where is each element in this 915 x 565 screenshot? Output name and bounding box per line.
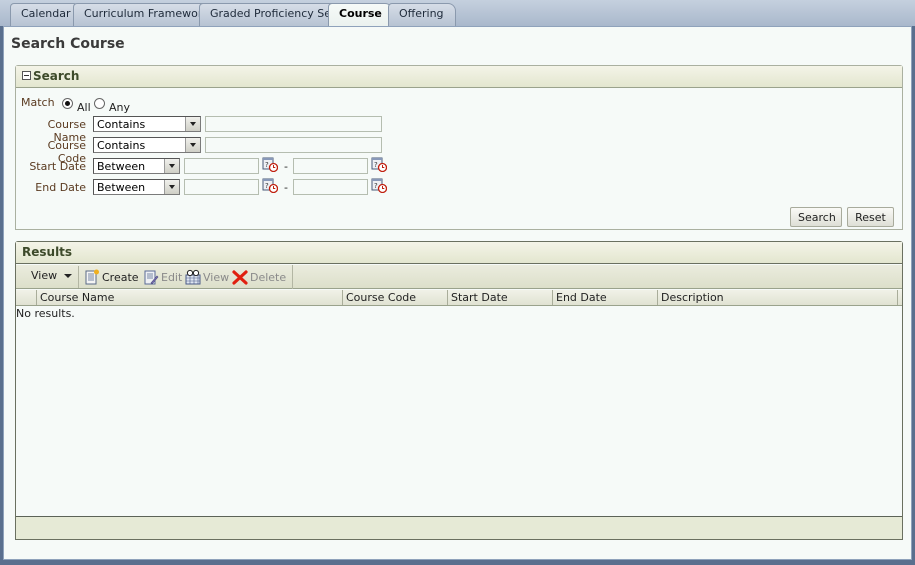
column-header-course-name[interactable]: Course Name bbox=[36, 290, 342, 305]
course-name-input[interactable] bbox=[205, 116, 382, 132]
svg-text:?: ? bbox=[265, 161, 269, 169]
tab-graded-proficiency-set[interactable]: Graded Proficiency Set bbox=[199, 3, 347, 26]
start-date-separator: - bbox=[284, 160, 288, 173]
end-date-operator-value: Between bbox=[97, 181, 146, 194]
tab-bar: Calendar Curriculum Framework Graded Pro… bbox=[0, 0, 915, 28]
view-label: View bbox=[203, 271, 230, 284]
end-date-to-input[interactable] bbox=[293, 179, 368, 195]
view-icon bbox=[185, 269, 201, 285]
page-title: Search Course bbox=[11, 36, 125, 52]
start-date-label: Start Date bbox=[29, 160, 86, 173]
course-code-operator-select[interactable]: Contains bbox=[93, 137, 201, 153]
search-button[interactable]: Search bbox=[790, 207, 842, 227]
toolbar-separator bbox=[78, 266, 79, 288]
course-name-operator-select[interactable]: Contains bbox=[93, 116, 201, 132]
results-panel-title: Results bbox=[22, 245, 73, 259]
tab-curriculum-framework[interactable]: Curriculum Framework bbox=[73, 3, 220, 26]
course-name-operator-value: Contains bbox=[97, 118, 146, 131]
results-table-header: Course Name Course Code Start Date End D… bbox=[16, 290, 902, 306]
no-results-message: No results. bbox=[16, 307, 75, 320]
delete-label: Delete bbox=[250, 271, 287, 284]
match-any-radio[interactable] bbox=[94, 98, 105, 109]
view-menu-label: View bbox=[31, 269, 58, 282]
page-panel: Search Course Search Match All Any Cours… bbox=[3, 26, 912, 560]
edit-button[interactable]: Edit bbox=[143, 269, 182, 285]
chevron-down-icon[interactable] bbox=[185, 117, 200, 131]
start-date-from-input[interactable] bbox=[184, 158, 259, 174]
search-panel-header[interactable]: Search bbox=[16, 66, 902, 88]
chevron-down-icon[interactable] bbox=[185, 138, 200, 152]
course-code-input[interactable] bbox=[205, 137, 382, 153]
tab-calendar[interactable]: Calendar bbox=[10, 3, 82, 26]
match-all-label: All bbox=[77, 101, 91, 114]
column-header-start-date[interactable]: Start Date bbox=[447, 290, 552, 305]
tab-course[interactable]: Course bbox=[328, 3, 393, 28]
row-header-column bbox=[16, 290, 36, 305]
calendar-icon[interactable]: ? bbox=[371, 156, 388, 173]
calendar-icon[interactable]: ? bbox=[371, 177, 388, 194]
start-date-operator-value: Between bbox=[97, 160, 146, 173]
start-date-to-input[interactable] bbox=[293, 158, 368, 174]
edit-label: Edit bbox=[161, 271, 183, 284]
search-panel-title: Search bbox=[33, 69, 80, 83]
end-date-separator: - bbox=[284, 181, 288, 194]
collapse-icon[interactable] bbox=[22, 71, 31, 80]
results-panel-header: Results bbox=[16, 242, 902, 264]
match-all-radio[interactable] bbox=[62, 98, 73, 109]
start-date-operator-select[interactable]: Between bbox=[93, 158, 180, 174]
chevron-down-icon[interactable] bbox=[164, 180, 179, 194]
search-panel: Search Match All Any Course Name Contain… bbox=[15, 65, 903, 230]
svg-text:?: ? bbox=[265, 182, 269, 190]
end-date-from-input[interactable] bbox=[184, 179, 259, 195]
create-label: Create bbox=[102, 271, 139, 284]
column-header-end-date[interactable]: End Date bbox=[552, 290, 657, 305]
svg-text:?: ? bbox=[374, 182, 378, 190]
edit-icon bbox=[143, 269, 159, 285]
calendar-icon[interactable]: ? bbox=[262, 156, 279, 173]
delete-button[interactable]: Delete bbox=[232, 269, 286, 285]
delete-icon bbox=[232, 269, 248, 285]
chevron-down-icon bbox=[63, 274, 72, 278]
view-button[interactable]: View bbox=[185, 269, 229, 285]
reset-button[interactable]: Reset bbox=[847, 207, 894, 227]
results-panel: Results View Create Edit View Delete Cou… bbox=[15, 241, 903, 540]
calendar-icon[interactable]: ? bbox=[262, 177, 279, 194]
toolbar-separator bbox=[292, 265, 293, 289]
end-date-operator-select[interactable]: Between bbox=[93, 179, 180, 195]
results-footer bbox=[16, 516, 902, 539]
match-label: Match bbox=[21, 96, 55, 109]
create-icon bbox=[84, 269, 100, 285]
match-any-label: Any bbox=[109, 101, 131, 114]
create-button[interactable]: Create bbox=[84, 269, 139, 285]
course-code-operator-value: Contains bbox=[97, 139, 146, 152]
svg-text:?: ? bbox=[374, 161, 378, 169]
column-header-description[interactable]: Description bbox=[657, 290, 898, 305]
end-date-label: End Date bbox=[35, 181, 86, 194]
tab-offering[interactable]: Offering bbox=[388, 3, 456, 26]
chevron-down-icon[interactable] bbox=[164, 159, 179, 173]
column-header-course-code[interactable]: Course Code bbox=[342, 290, 447, 305]
results-toolbar: View Create Edit View Delete bbox=[16, 265, 902, 289]
view-menu[interactable]: View bbox=[31, 269, 72, 282]
